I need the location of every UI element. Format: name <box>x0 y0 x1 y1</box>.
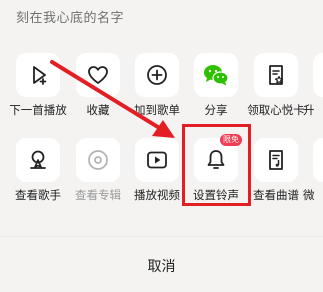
favorite-button[interactable]: 收藏 <box>68 53 128 123</box>
video-icon <box>147 151 167 169</box>
claim-card-label: 领取心悦卡 <box>247 103 305 117</box>
singer-icon <box>30 150 46 169</box>
sheet-music-icon <box>269 150 283 170</box>
album-icon <box>88 150 108 170</box>
play-next-button[interactable]: 下一首播放 <box>8 53 68 123</box>
view-sheet-music-button[interactable]: 查看曲谱 <box>246 138 306 208</box>
cancel-button[interactable]: 取消 <box>0 252 323 282</box>
play-video-button[interactable]: 播放视频 <box>127 138 187 208</box>
set-ringtone-button[interactable]: 限免 设置铃声 <box>186 134 246 208</box>
song-title: 刻在我心底的名字 <box>16 11 125 26</box>
claim-card-button[interactable]: 领取心悦卡 <box>246 53 306 123</box>
action-row-2: 查看歌手 查看专辑 播放视频 限免 设置铃声 查看曲谱 微 <box>0 134 323 208</box>
wechat-icon <box>204 65 229 86</box>
card-star-icon <box>269 65 284 85</box>
heart-icon <box>88 66 108 84</box>
action-sheet: 刻在我心底的名字 下一首播放 收藏 加到歌单 分享 领取心悦卡 升 查看歌手 查… <box>0 0 323 292</box>
free-badge: 限免 <box>220 134 242 146</box>
partial-label: 升 <box>303 103 315 117</box>
play-next-icon <box>33 66 47 85</box>
view-album-button[interactable]: 查看专辑 <box>68 138 128 208</box>
share-button[interactable]: 分享 <box>186 53 246 123</box>
partial-label-2: 微 <box>303 188 315 202</box>
more-action-button-partial-2[interactable]: 微 <box>303 138 323 208</box>
bell-icon <box>207 150 225 169</box>
view-singer-button[interactable]: 查看歌手 <box>8 138 68 208</box>
add-to-playlist-button[interactable]: 加到歌单 <box>127 53 187 123</box>
view-sheet-music-label: 查看曲谱 <box>253 188 299 202</box>
divider <box>0 236 323 237</box>
more-action-button-partial[interactable]: 升 <box>303 53 323 123</box>
action-row-1: 下一首播放 收藏 加到歌单 分享 领取心悦卡 升 <box>0 53 323 123</box>
add-playlist-icon <box>147 65 167 85</box>
